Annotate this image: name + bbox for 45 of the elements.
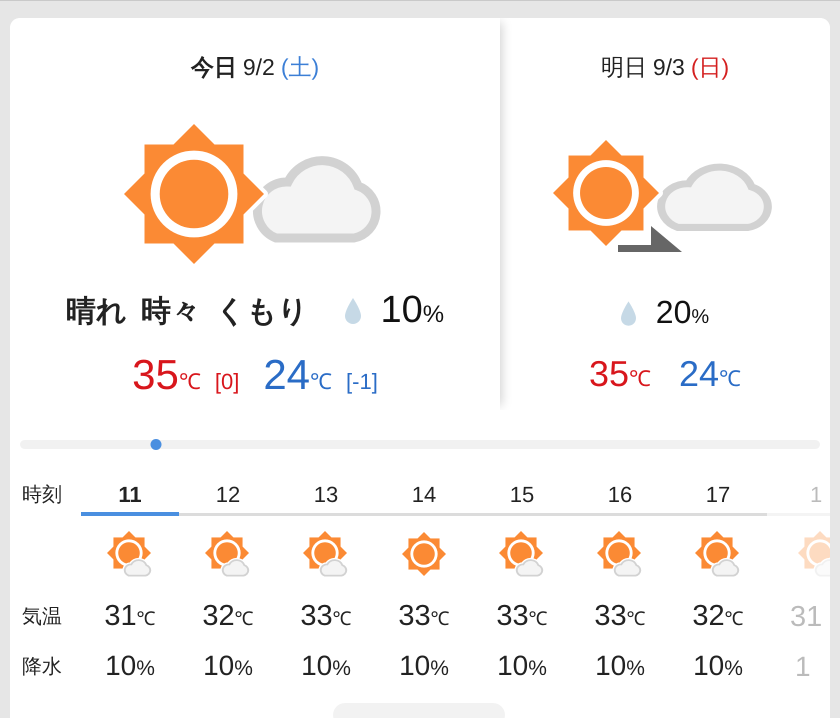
hour-precip: 10% (301, 649, 351, 684)
hour-precip: 10% (105, 649, 155, 684)
hour-temp: 31 (790, 600, 822, 634)
hour-tab[interactable]: 11 (81, 478, 179, 516)
high-temp-diff: [0] (214, 368, 240, 396)
weekday-label: (土) (280, 53, 320, 82)
hour-precip: 10% (399, 649, 449, 684)
high-temp: 35℃ (588, 354, 651, 395)
low-temp: 24℃ (679, 354, 742, 395)
raindrop-icon (620, 300, 636, 326)
hour-tab[interactable]: 17 (669, 478, 767, 516)
weekday-label: (日) (690, 53, 730, 82)
raindrop-icon (344, 298, 361, 324)
hour-temp: 33℃ (594, 599, 646, 634)
low-temp-diff: [-1] (346, 368, 378, 396)
hour-temp: 33℃ (300, 599, 352, 634)
hour-precip: 10% (497, 649, 547, 684)
low-temp: 24℃ (263, 353, 332, 398)
hour-precip: 10% (203, 649, 253, 684)
hour-precip: 10% (693, 649, 743, 684)
hour-temp: 32℃ (692, 599, 744, 634)
row-label: 時刻 (22, 483, 62, 508)
row-label: 降水 (22, 655, 62, 680)
hour-precip: 10% (595, 649, 645, 684)
hour-tab[interactable]: 16 (571, 478, 669, 516)
high-temp: 35℃ (132, 353, 201, 398)
hour-tab[interactable]: 13 (277, 478, 375, 516)
day-label: 明日 (600, 53, 647, 82)
slider-thumb[interactable] (150, 439, 162, 450)
hour-precip: 1 (795, 650, 811, 684)
scroll-slider[interactable] (20, 440, 820, 449)
precip-chance: 10% (380, 290, 444, 332)
hour-tab[interactable]: 14 (375, 478, 473, 516)
day-date: 9/2 (242, 53, 275, 82)
row-label: 気温 (22, 605, 62, 630)
hour-temp: 33℃ (496, 599, 548, 634)
day-label: 今日 (190, 53, 237, 82)
hour-temp: 31℃ (104, 599, 156, 634)
precip-chance: 20% (656, 294, 710, 332)
weather-text: 晴れ 時々 くもり (66, 294, 309, 330)
hour-tab[interactable]: 15 (473, 478, 571, 516)
hour-temp: 32℃ (202, 599, 254, 634)
hour-tab[interactable]: 12 (179, 478, 277, 516)
hour-temp: 33℃ (398, 599, 450, 634)
day-date: 9/3 (652, 53, 685, 82)
